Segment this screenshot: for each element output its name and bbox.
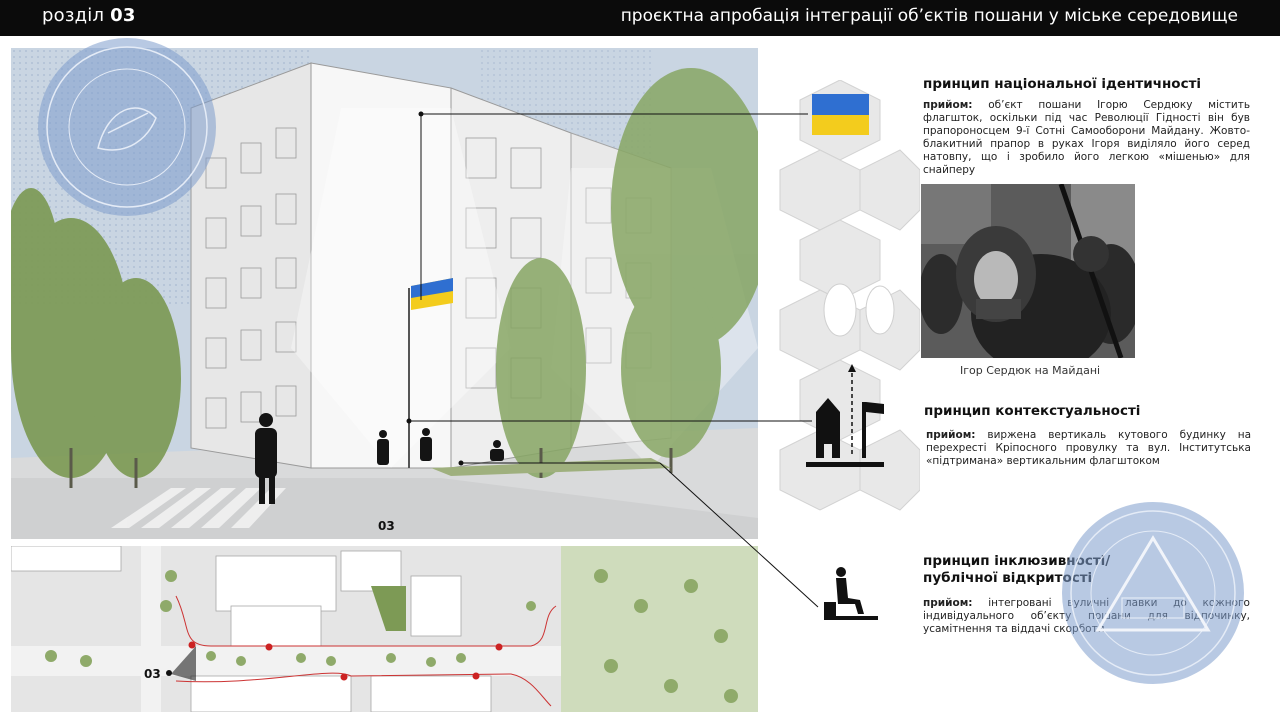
- serdiuk-photo-image: [921, 184, 1135, 358]
- principle-1-description: прийом: об’єкт пошани Ігорю Сердюку міст…: [923, 99, 1250, 177]
- principle-2-heading: принцип контекстуальності: [924, 403, 1141, 419]
- principle-1-heading: принцип національної ідентичності: [923, 76, 1202, 92]
- ukraine-flag-icon: [812, 94, 869, 135]
- principle-2-description: прийом: виржена вертикаль кутового будин…: [926, 429, 1251, 468]
- building-flagpole-icon: [806, 362, 886, 470]
- serdiuk-photo: [921, 184, 1135, 358]
- university-seal-logo: [38, 38, 216, 216]
- principle-2-text: виржена вертикаль кутового будинку на пе…: [926, 429, 1251, 467]
- principle-1-text: об’єкт пошани Ігорю Сердюку містить флаг…: [923, 99, 1251, 176]
- seated-person-bench-icon: [824, 566, 880, 624]
- principle-3-technique-label: прийом:: [923, 597, 973, 609]
- principle-2-technique-label: прийом:: [926, 429, 976, 441]
- photo-caption: Ігор Сердюк на Майдані: [960, 364, 1101, 377]
- principle-1-technique-label: прийом:: [923, 99, 973, 111]
- university-seal-logo-2: [1062, 502, 1244, 684]
